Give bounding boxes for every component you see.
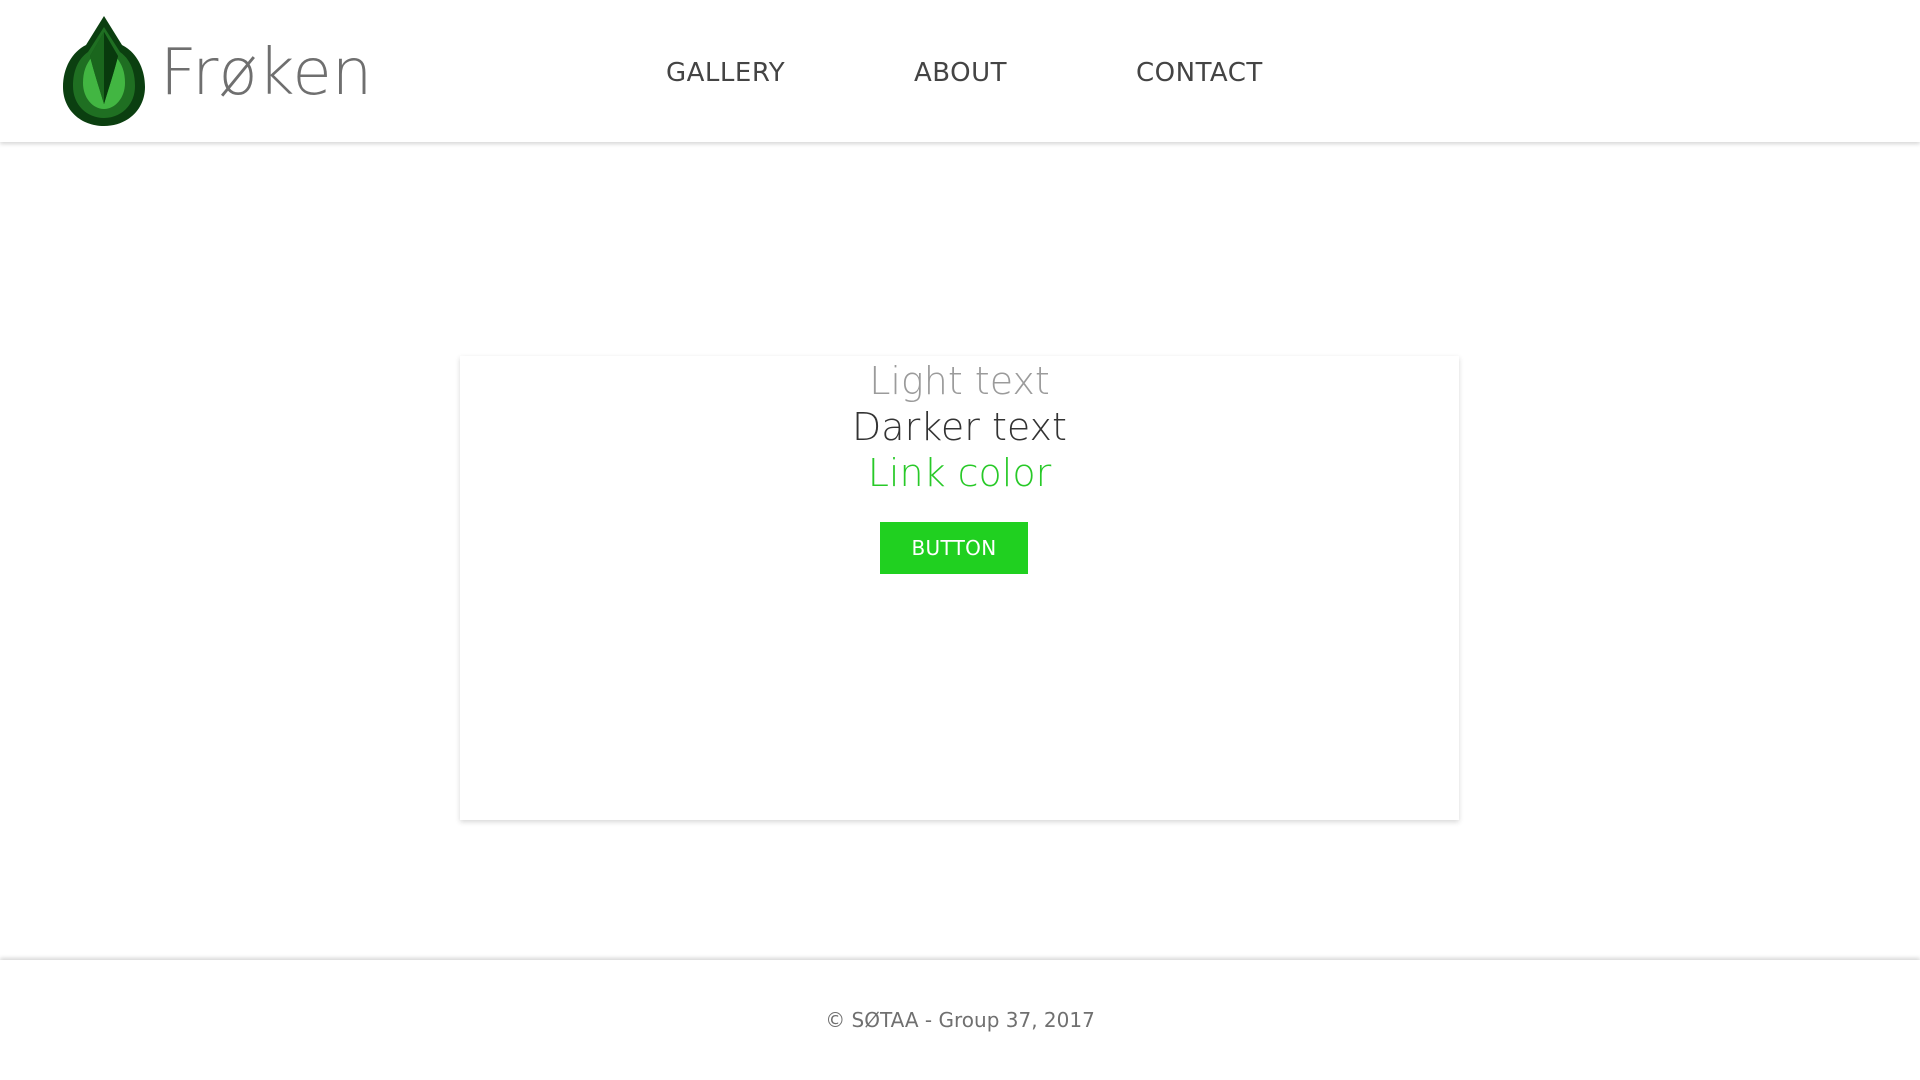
link-color-sample[interactable]: Link color [460, 454, 1459, 492]
nav-about-link[interactable]: ABOUT [914, 56, 1007, 90]
site-footer: © SØTAA - Group 37, 2017 [0, 960, 1920, 1080]
copyright-text: © SØTAA - Group 37, 2017 [825, 1008, 1095, 1032]
light-text-sample: Light text [869, 359, 1050, 403]
sample-button[interactable]: BUTTON [880, 522, 1028, 574]
nav-contact-link[interactable]: CONTACT [1136, 56, 1263, 90]
darker-text-sample: Darker text [852, 405, 1067, 449]
nav-gallery-link[interactable]: GALLERY [666, 56, 785, 90]
site-header: Frøken GALLERY ABOUT CONTACT [0, 0, 1920, 142]
main-navigation: GALLERY ABOUT CONTACT [0, 56, 1920, 92]
main-content: Light text Darker text Link color BUTTON [0, 142, 1920, 960]
style-sample-card: Light text Darker text Link color BUTTON [460, 356, 1459, 820]
